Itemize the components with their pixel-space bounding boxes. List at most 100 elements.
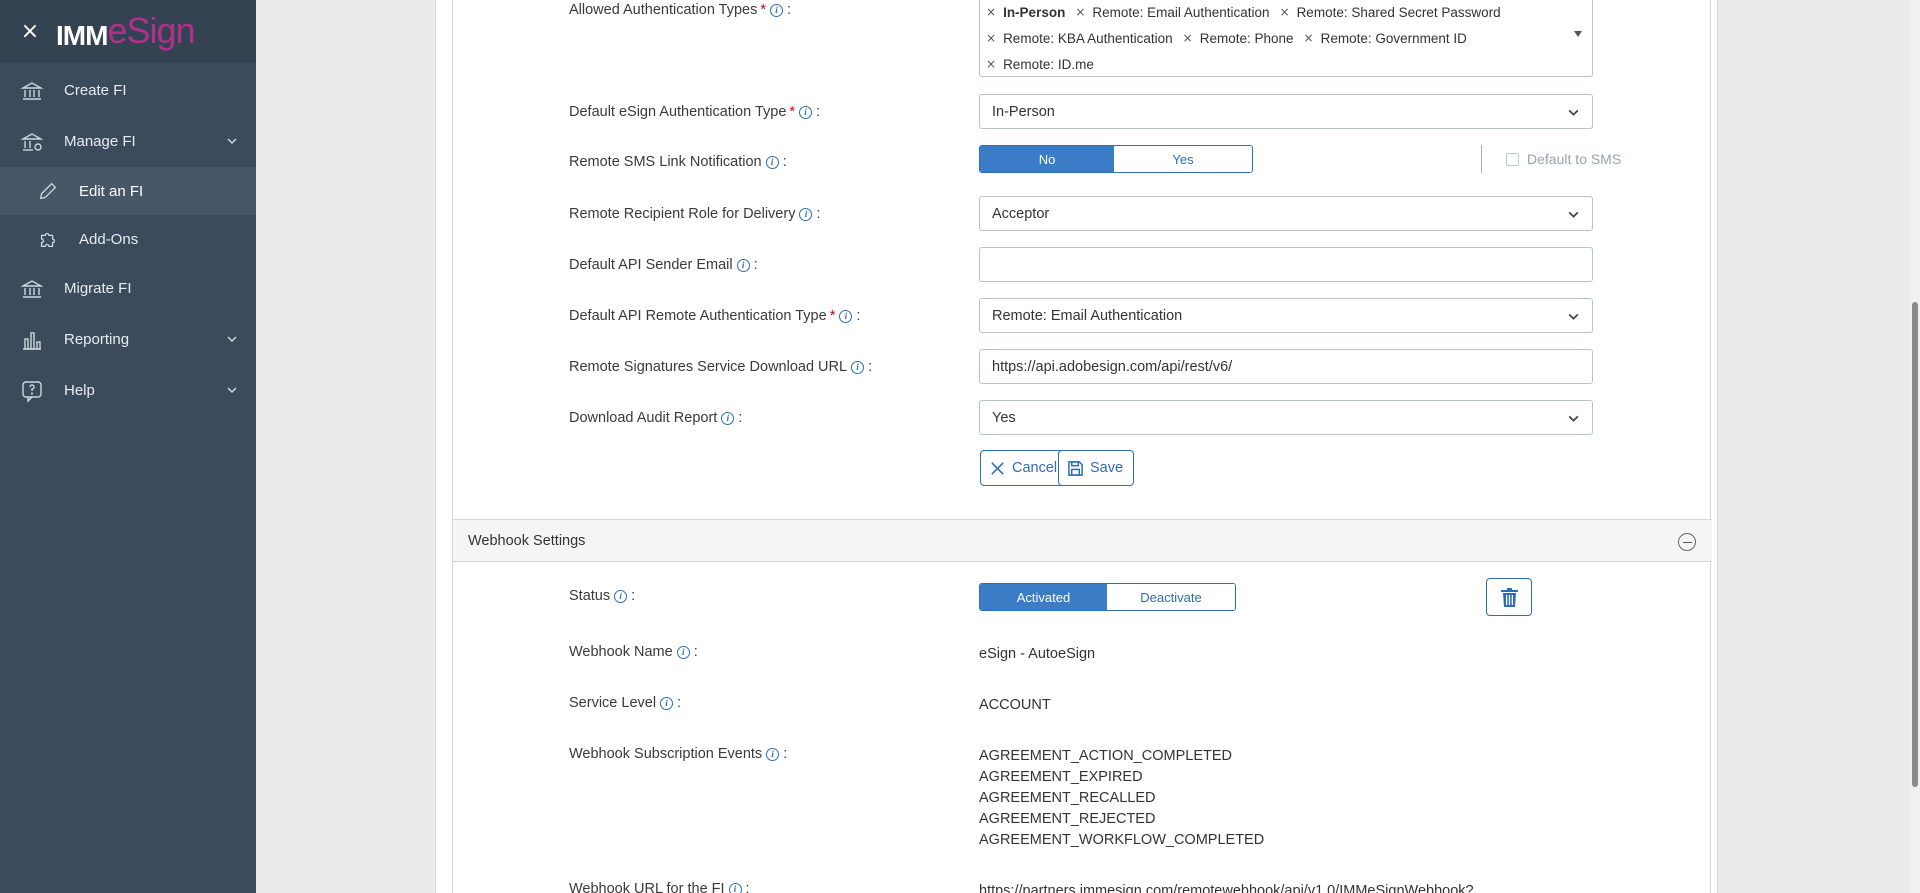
puzzle-icon (36, 227, 60, 251)
content-panel: Allowed Authentication Types * i: × In-Pers… (435, 0, 1718, 893)
bar-chart-icon (20, 328, 44, 352)
label-text: Default API Remote Authentication Type (569, 308, 827, 324)
cancel-button[interactable]: Cancel (980, 450, 1069, 486)
tag-remote-kba[interactable]: × Remote: KBA Authentication (986, 26, 1173, 50)
tag-remote-email[interactable]: × Remote: Email Authentication (1075, 0, 1269, 24)
label-text: Status (569, 588, 611, 604)
label-text: Remote Recipient Role for Delivery (569, 206, 796, 222)
api-sender-email-input[interactable] (979, 247, 1593, 282)
info-icon[interactable]: i (851, 360, 865, 374)
tag-text: In-Person (1003, 4, 1066, 20)
close-icon[interactable]: × (18, 19, 42, 44)
x-icon[interactable]: × (1183, 31, 1193, 45)
tag-remote-idme[interactable]: × Remote: ID.me (986, 52, 1094, 76)
sidebar-item-reporting[interactable]: Reporting (0, 314, 256, 365)
info-icon[interactable]: i (721, 411, 735, 425)
sidebar-item-label: Create FI (64, 82, 127, 99)
event-item: AGREEMENT_EXPIRED (979, 769, 1143, 785)
checkbox-box[interactable] (1506, 152, 1519, 166)
info-icon[interactable]: i (614, 589, 628, 603)
tag-remote-shared-secret[interactable]: × Remote: Shared Secret Password (1280, 0, 1501, 24)
sidebar-item-manage-fi[interactable]: Manage FI (0, 116, 256, 167)
chevron-down-icon (1567, 208, 1580, 225)
allowed-auth-multiselect[interactable]: × In-Person × Remote: Email Authentication… (979, 0, 1593, 77)
select-value: Yes (992, 409, 1016, 426)
info-icon[interactable]: i (770, 3, 784, 17)
info-icon[interactable]: i (660, 696, 674, 710)
tag-text: Remote: Government ID (1320, 30, 1467, 46)
save-icon (1068, 460, 1083, 476)
x-icon[interactable]: × (1280, 5, 1290, 19)
collapse-icon[interactable] (1678, 533, 1696, 551)
label-text: Remote SMS Link Notification (569, 154, 762, 170)
info-icon[interactable]: i (736, 258, 750, 272)
tag-remote-government-id[interactable]: × Remote: Government ID (1304, 26, 1467, 50)
info-icon[interactable]: i (728, 882, 742, 893)
label-text: Default eSign Authentication Type (569, 104, 787, 120)
webhook-url-label: Webhook URL for the FI i: (569, 881, 750, 893)
sidebar-item-create-fi[interactable]: Create FI (0, 65, 256, 116)
deactivate-button[interactable]: Deactivate (1107, 584, 1235, 610)
recipient-role-label: Remote Recipient Role for Delivery i: (569, 206, 821, 222)
info-icon[interactable]: i (799, 207, 813, 221)
logo-esign: eSign (107, 9, 195, 51)
sidebar-item-edit-an-fi[interactable]: Edit an FI (0, 167, 256, 215)
sidebar-item-help[interactable]: Help (0, 365, 256, 416)
scrollbar-thumb[interactable] (1912, 302, 1918, 787)
bank-migrate-icon (20, 277, 44, 301)
section-title: Webhook Settings (468, 532, 586, 549)
sidebar-item-migrate-fi[interactable]: Migrate FI (0, 263, 256, 314)
x-icon[interactable]: × (1304, 31, 1314, 45)
x-icon[interactable]: × (986, 31, 996, 45)
download-url-input[interactable]: https://api.adobesign.com/api/rest/v6/ (979, 349, 1593, 384)
info-icon[interactable]: i (676, 645, 690, 659)
event-item: AGREEMENT_RECALLED (979, 790, 1156, 806)
api-remote-auth-select[interactable]: Remote: Email Authentication (979, 298, 1593, 333)
recipient-role-select[interactable]: Acceptor (979, 196, 1593, 231)
tag-in-person[interactable]: × In-Person (986, 0, 1065, 24)
sms-toggle: No Yes (979, 145, 1253, 173)
button-label: Save (1090, 460, 1124, 476)
help-bubble-icon (20, 379, 44, 403)
select-value: In-Person (992, 103, 1055, 120)
sms-yes-button[interactable]: Yes (1114, 146, 1252, 172)
audit-report-select[interactable]: Yes (979, 400, 1593, 435)
activated-button[interactable]: Activated (980, 584, 1107, 610)
audit-report-label: Download Audit Report i: (569, 410, 743, 426)
label-text: Download Audit Report (569, 410, 718, 426)
select-value: Acceptor (992, 205, 1050, 222)
x-icon[interactable]: × (986, 57, 996, 71)
save-button[interactable]: Save (1058, 450, 1135, 486)
pencil-icon (36, 179, 60, 203)
label-text: Webhook Name (569, 644, 673, 660)
tag-text: Remote: ID.me (1003, 56, 1094, 72)
x-icon[interactable]: × (1075, 5, 1085, 19)
sms-no-button[interactable]: No (980, 146, 1114, 172)
label-text: Service Level (569, 695, 657, 711)
required-marker: * (829, 308, 836, 324)
label-text: Remote Signatures Service Download URL (569, 359, 848, 375)
required-marker: * (760, 2, 767, 18)
info-icon[interactable]: i (839, 309, 853, 323)
x-icon[interactable]: × (986, 5, 996, 19)
webhook-name-value: eSign - AutoeSign (979, 646, 1096, 662)
info-icon[interactable]: i (799, 105, 813, 119)
default-auth-select[interactable]: In-Person (979, 94, 1593, 129)
sidebar-header: × IMM eSign (0, 0, 256, 63)
caret-down-icon[interactable] (1574, 24, 1582, 41)
tag-remote-phone[interactable]: × Remote: Phone (1183, 26, 1294, 50)
scrollbar[interactable] (1910, 0, 1920, 893)
sidebar-item-label: Add-Ons (79, 230, 139, 248)
checkbox-label: Default to SMS (1527, 151, 1622, 167)
webhook-status-label: Status i: (569, 588, 636, 604)
event-item: AGREEMENT_WORKFLOW_COMPLETED (979, 832, 1265, 848)
label-text: Webhook Subscription Events (569, 746, 763, 762)
allowed-auth-label: Allowed Authentication Types * i: (569, 2, 792, 18)
chevron-down-icon (226, 383, 238, 400)
delete-webhook-button[interactable] (1486, 578, 1532, 616)
info-icon[interactable]: i (765, 155, 779, 169)
default-sms-checkbox[interactable]: Default to SMS (1506, 151, 1621, 167)
sidebar-item-add-ons[interactable]: Add-Ons (0, 215, 256, 263)
info-icon[interactable]: i (766, 747, 780, 761)
webhook-settings-header[interactable]: Webhook Settings (453, 519, 1712, 562)
